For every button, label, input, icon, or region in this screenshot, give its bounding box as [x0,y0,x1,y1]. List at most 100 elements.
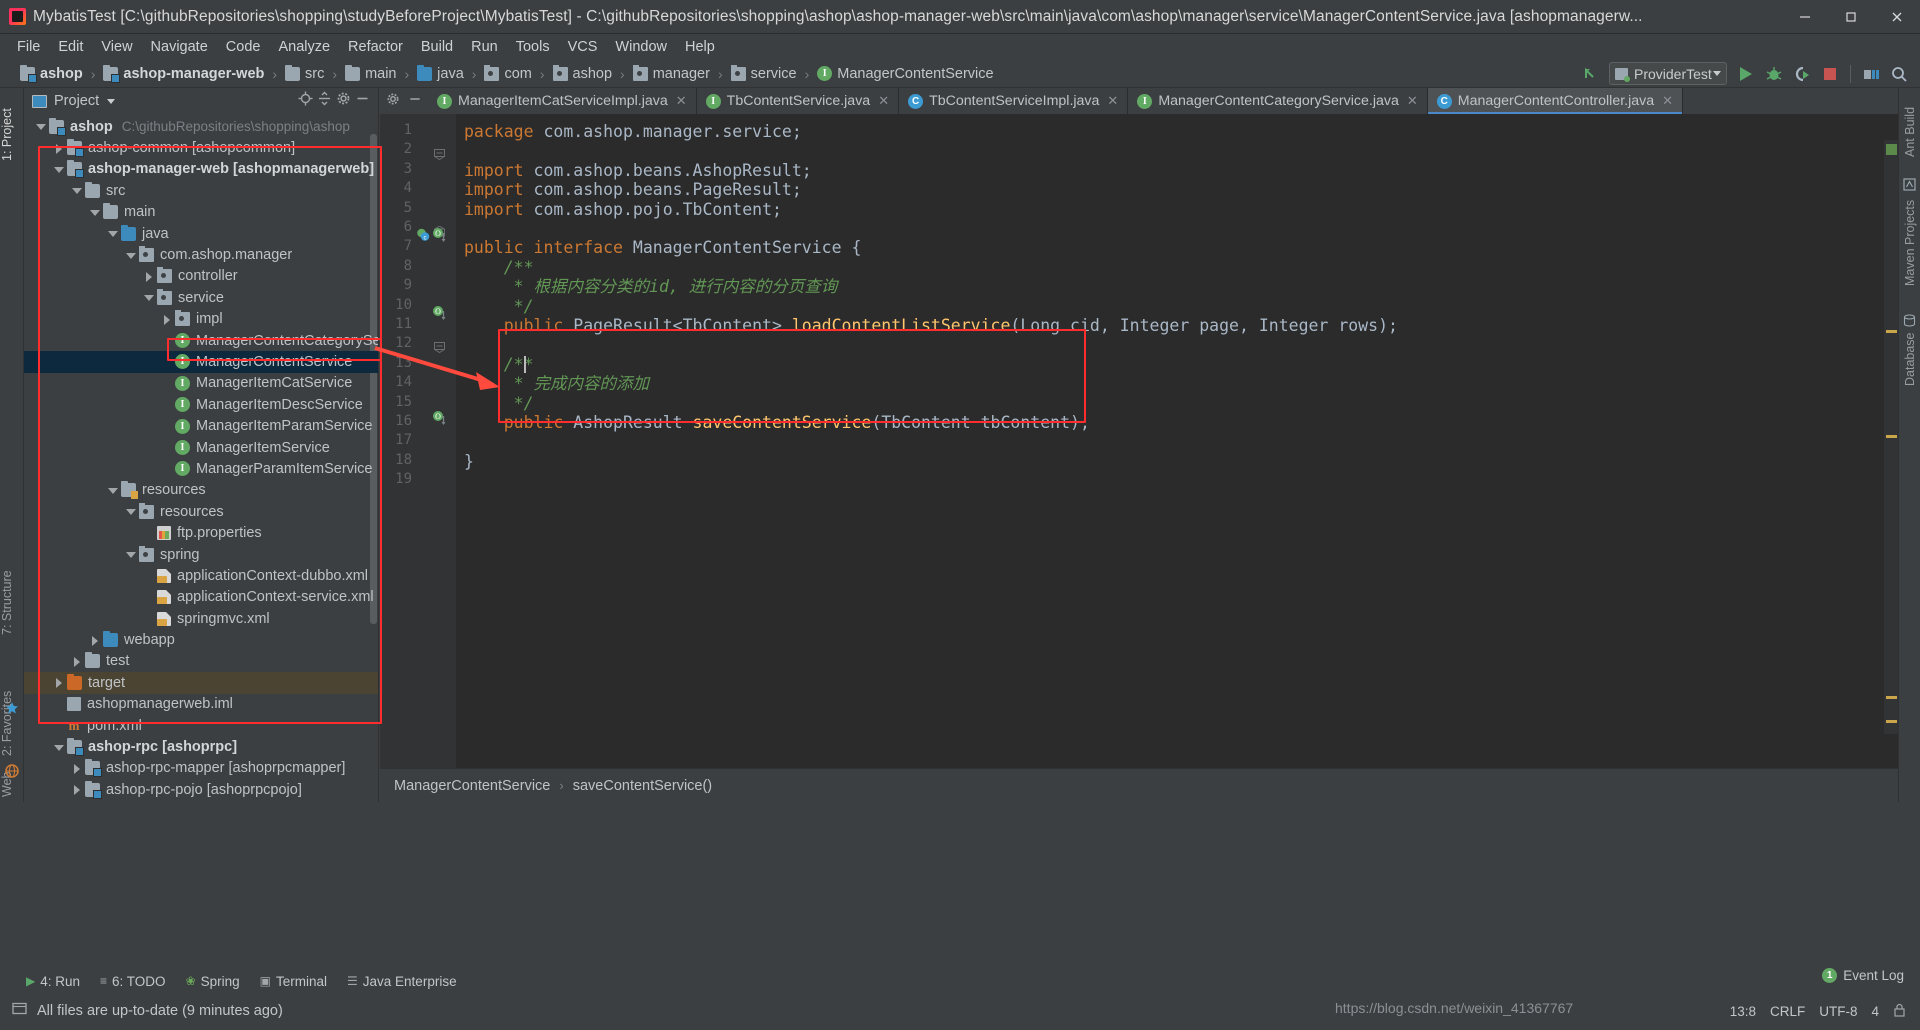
code-line[interactable]: */ [464,394,534,413]
tree-node[interactable]: java [24,223,378,244]
tree-node[interactable]: controller [24,266,378,287]
close-tab-icon[interactable]: ✕ [878,93,889,109]
menu-item-help[interactable]: Help [676,36,724,58]
tree-toggle-down-icon[interactable] [124,505,137,518]
breadcrumb-item-src[interactable]: src › [283,61,343,87]
menu-item-refactor[interactable]: Refactor [339,36,412,58]
code-editor[interactable]: c O O O 1 2 3 4 5 6 7 8 9 10 11 12 13 14 15 16 17 18 19 pa… [380,114,1898,768]
breadcrumb-item-ashop-manager-web[interactable]: ashop-manager-web › [101,61,283,87]
sidebar-item-ant-build[interactable]: Ant Build [1903,94,1920,170]
editor-tab-tbcontentserviceimpl[interactable]: C TbContentServiceImpl.java ✕ [899,88,1129,114]
collapse-all-icon[interactable] [317,91,332,111]
hide-tabs-icon[interactable] [408,92,422,111]
tree-node[interactable]: resources [24,480,378,501]
tree-node[interactable]: I ManagerItemDescService [24,394,378,415]
code-line[interactable]: /** [464,258,534,277]
code-line[interactable]: import com.ashop.pojo.TbContent; [464,200,782,219]
close-tab-icon[interactable]: ✕ [676,93,687,109]
bottom-tab-java-enterprise[interactable]: ☰ Java Enterprise [347,974,457,989]
tree-toggle-down-icon[interactable] [142,291,155,304]
tree-node[interactable]: springmvc.xml [24,608,378,629]
event-log-button[interactable]: 1 Event Log [1822,968,1904,983]
implemented-marker-icon[interactable]: c [416,227,431,247]
tree-node[interactable]: I ManagerParamItemService [24,458,378,479]
code-line[interactable]: public interface ManagerContentService { [464,238,861,257]
bottom-tab-6-todo[interactable]: ≡ 6: TODO [100,974,166,989]
sidebar-item-structure[interactable]: 7: Structure [0,548,24,658]
code-line[interactable]: import com.ashop.beans.AshopResult; [464,161,812,180]
close-tab-icon[interactable]: ✕ [1407,93,1418,109]
overridden-marker-icon[interactable]: O [432,305,447,326]
tree-node[interactable]: webapp [24,629,378,650]
sidebar-item-project[interactable]: 1: Project [0,92,24,178]
tree-node[interactable]: I ManagerContentCategoryServi [24,330,378,351]
code-line[interactable]: public AshopResult saveContentService(Tb… [464,413,1090,432]
editor-marker-strip[interactable] [1884,140,1898,734]
tree-node[interactable]: spring [24,544,378,565]
tree-node[interactable]: ashop-common [ashopcommon] [24,137,378,158]
editor-tab-manageritemcatserviceimpl[interactable]: I ManagerItemCatServiceImpl.java ✕ [428,88,697,114]
tree-node[interactable]: ashopmanagerweb.iml [24,694,378,715]
tree-node[interactable]: m pom.xml [24,715,378,736]
close-tab-icon[interactable]: ✕ [1662,93,1673,109]
tree-node[interactable]: resources [24,501,378,522]
tree-toggle-down-icon[interactable] [52,741,65,754]
caret-position[interactable]: 13:8 [1730,1004,1756,1019]
file-encoding[interactable]: UTF-8 [1819,1004,1857,1019]
breadcrumb-item-managercontentservice[interactable]: I ManagerContentService [815,61,999,87]
run-icon[interactable] [1733,62,1759,86]
locate-icon[interactable] [298,91,313,111]
bottom-tab-spring[interactable]: ❀ Spring [186,974,240,989]
tree-node[interactable]: src [24,180,378,201]
tree-toggle-right-icon[interactable] [70,655,83,668]
tree-node[interactable]: applicationContext-dubbo.xml [24,565,378,586]
bottom-tab-terminal[interactable]: ▣ Terminal [260,974,327,989]
tree-node[interactable]: I ManagerItemParamService [24,415,378,436]
menu-item-vcs[interactable]: VCS [559,36,607,58]
tree-node[interactable]: ashop C:\githubRepositories\shopping\asho… [24,116,378,137]
lock-icon[interactable] [1893,1003,1906,1020]
overridden-marker-icon[interactable]: O [432,410,447,431]
tree-toggle-right-icon[interactable] [70,783,83,796]
tree-node[interactable]: com.ashop.manager [24,244,378,265]
tree-toggle-down-icon[interactable] [34,120,47,133]
editor-tab-managercontentcategoryservice[interactable]: I ManagerContentCategoryService.java ✕ [1128,88,1428,114]
breadcrumb-item-main[interactable]: main › [343,61,415,87]
tree-node[interactable]: target [24,672,378,694]
tree-node[interactable]: ashop-rpc-pojo [ashoprpcpojo] [24,779,378,800]
tree-node[interactable]: ashop-rpc-mapper [ashoprpcmapper] [24,758,378,779]
breadcrumb-class[interactable]: ManagerContentService [394,778,550,794]
tree-node[interactable]: I ManagerContentService [24,351,378,373]
warning-marker[interactable] [1886,696,1897,699]
menu-item-edit[interactable]: Edit [49,36,92,58]
menu-item-view[interactable]: View [92,36,141,58]
settings-gear-icon[interactable] [336,91,351,111]
tree-toggle-down-icon[interactable] [52,163,65,176]
menu-item-code[interactable]: Code [217,36,270,58]
tree-toggle-right-icon[interactable] [52,142,65,155]
settings-gear-icon[interactable] [386,92,400,111]
hide-panel-icon[interactable] [355,91,370,111]
tree-node[interactable]: ashop-rpc [ashoprpc] [24,736,378,757]
menu-item-build[interactable]: Build [412,36,462,58]
stop-icon[interactable] [1817,62,1843,86]
menu-item-navigate[interactable]: Navigate [142,36,217,58]
tree-node[interactable]: ftp.properties [24,522,378,543]
tree-toggle-right-icon[interactable] [52,676,65,689]
tree-toggle-down-icon[interactable] [106,484,119,497]
tree-toggle-down-icon[interactable] [124,249,137,262]
tree-toggle-down-icon[interactable] [124,548,137,561]
code-line[interactable]: public PageResult<TbContent> loadContent… [464,316,1398,335]
update-project-icon[interactable] [1577,62,1603,86]
minimize-button[interactable] [1782,0,1828,34]
breadcrumb-item-manager[interactable]: manager › [631,61,729,87]
sidebar-item-database[interactable]: Database [1903,320,1920,398]
tree-node[interactable]: main [24,202,378,223]
menu-item-window[interactable]: Window [606,36,676,58]
editor-tab-tbcontentservice[interactable]: I TbContentService.java ✕ [696,88,900,114]
editor-tab-managercontentcontroller[interactable]: C ManagerContentController.java ✕ [1427,88,1684,114]
tree-toggle-right-icon[interactable] [88,634,101,647]
close-tab-icon[interactable]: ✕ [1107,93,1118,109]
tree-toggle-right-icon[interactable] [70,762,83,775]
code-text[interactable]: package com.ashop.manager.service; import… [456,114,1898,768]
